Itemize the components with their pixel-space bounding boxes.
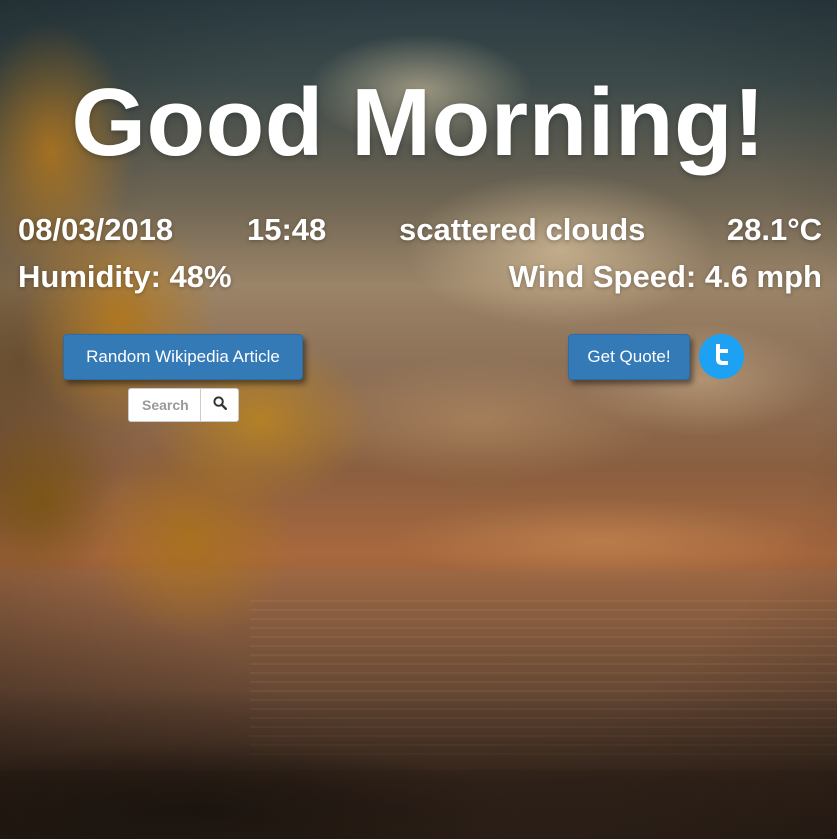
dashboard: Good Morning! 08/03/2018 15:48 scattered… bbox=[0, 0, 837, 839]
date-text: 08/03/2018 bbox=[18, 212, 174, 247]
weather-row-secondary: Humidity: 48% Wind Speed: 4.6 mph bbox=[18, 259, 822, 295]
humidity-text: Humidity: 48% bbox=[18, 259, 232, 294]
twitter-icon bbox=[711, 342, 733, 371]
weather-description: scattered clouds bbox=[399, 212, 646, 247]
temperature-text: 28.1°C bbox=[726, 212, 822, 247]
time-text: 15:48 bbox=[247, 212, 327, 247]
get-quote-button[interactable]: Get Quote! bbox=[568, 334, 690, 380]
magnifier-icon bbox=[212, 395, 227, 415]
greeting-heading: Good Morning! bbox=[71, 69, 766, 176]
weather-row-primary: 08/03/2018 15:48 scattered clouds 28.1°C bbox=[18, 212, 822, 248]
wikipedia-search-group bbox=[128, 388, 239, 422]
wind-speed-text: Wind Speed: 4.6 mph bbox=[508, 259, 822, 294]
tweet-button[interactable] bbox=[699, 334, 744, 379]
random-wikipedia-button[interactable]: Random Wikipedia Article bbox=[63, 334, 303, 380]
search-button[interactable] bbox=[200, 388, 239, 422]
search-input[interactable] bbox=[128, 388, 200, 422]
